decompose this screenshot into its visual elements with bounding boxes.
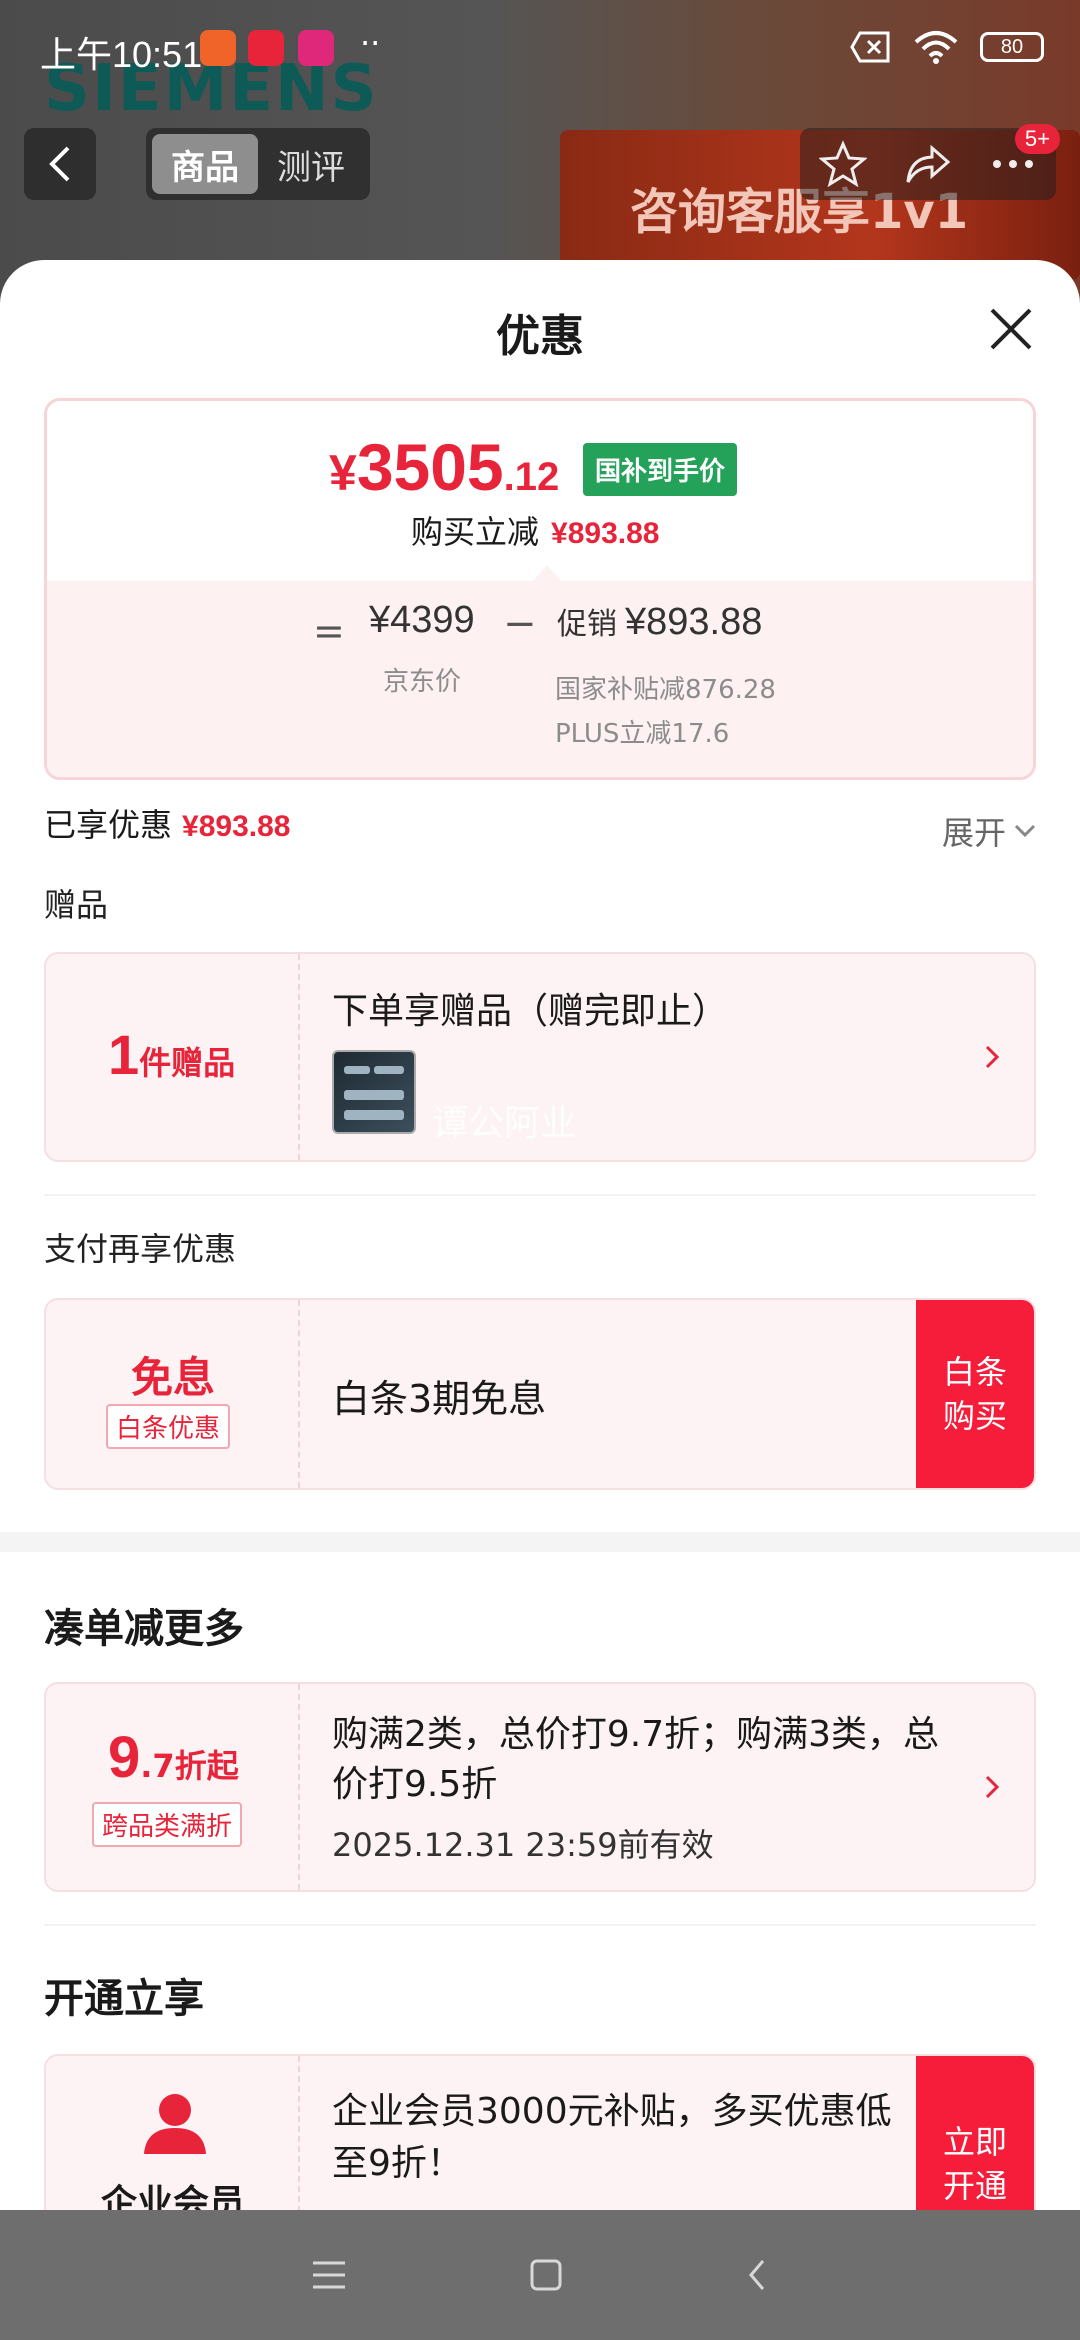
wifi-icon [914, 31, 958, 64]
status-time: 上午10:51 [40, 34, 203, 75]
activate-now-button[interactable]: 立即 开通 [916, 2056, 1034, 2210]
reduction-value: ¥893.88 [551, 517, 660, 550]
gift-count: 1件赠品 [108, 1022, 235, 1087]
chevron-right-icon [985, 1775, 1000, 1799]
discount-sheet: 优惠 ¥3505.12 国补到手价 购买立减 ¥893.88 = ¥4399 京东… [0, 260, 1080, 2210]
more-notifications-indicator: ·· [360, 24, 381, 62]
page-tab-switcher: 商品 测评 [146, 128, 370, 200]
message-badge: 5+ [1014, 124, 1060, 154]
system-navigation-bar [0, 2210, 1080, 2340]
promotion-total: 促销 ¥893.88 [557, 599, 762, 644]
cross-category-tag: 跨品类满折 [92, 1802, 243, 1847]
baitiao-tag: 白条优惠 [106, 1404, 231, 1449]
sheet-title: 优惠 [496, 311, 584, 362]
app-notification-icon [200, 30, 236, 66]
minus-sign: − [503, 601, 537, 647]
gift-count-unit: 件赠品 [139, 1044, 236, 1082]
activate-now-label: 立即 开通 [942, 2123, 1007, 2205]
enjoyed-label: 已享优惠 [44, 806, 173, 844]
gift-title: 下单享赠品（赠完即止） [332, 991, 729, 1032]
enjoyed-value: ¥893.88 [182, 810, 291, 843]
promotion-label: 促销 [557, 607, 617, 642]
instant-reduction: 购买立减 ¥893.88 [411, 507, 659, 553]
home-icon[interactable] [529, 2258, 563, 2292]
close-icon[interactable] [986, 304, 1036, 354]
chevron-left-icon [49, 146, 70, 182]
expand-button[interactable]: 展开 [942, 808, 1036, 854]
gift-thumbnail [332, 1050, 416, 1134]
battery-indicator: 80 [980, 32, 1044, 62]
chevron-down-icon [1014, 824, 1036, 838]
gift-card[interactable]: 1件赠品 下单享赠品（赠完即止） 谭公阿业 [44, 952, 1036, 1162]
payment-section-label: 支付再享优惠 [44, 1230, 237, 1268]
expand-label: 展开 [941, 814, 1006, 852]
back-icon[interactable] [745, 2257, 769, 2293]
plus-discount-detail: PLUS立减17.6 [555, 719, 730, 749]
tab-review[interactable]: 测评 [258, 134, 364, 194]
card-notch [533, 565, 561, 581]
promotion-value: ¥893.88 [625, 601, 763, 643]
final-price: ¥3505.12 [329, 429, 559, 505]
jd-price: ¥4399 [369, 599, 475, 641]
membership-card: 企业会员 企业会员3000元补贴，多买优惠低至9折！ 立即 开通 [44, 2054, 1036, 2210]
favorite-star-icon[interactable] [818, 140, 867, 188]
equals-sign: = [313, 609, 345, 653]
discount-rate-suffix: .7折起 [140, 1747, 239, 1785]
sim-disabled-icon [850, 31, 890, 63]
gift-count-number: 1 [108, 1023, 140, 1086]
interest-free-title: 免息 [130, 1353, 215, 1402]
gift-section-label: 赠品 [44, 886, 109, 924]
bundle-section-label: 凑单减更多 [44, 1606, 244, 1652]
app-notification-icon [248, 30, 284, 66]
discount-rate: 9.7折起 [108, 1724, 239, 1791]
membership-name: 企业会员 [100, 2183, 245, 2210]
installment-card: 免息 白条优惠 白条3期免息 白条 购买 [44, 1298, 1036, 1490]
final-price-integer: 3505 [356, 430, 504, 504]
price-calculation [47, 581, 1033, 777]
installment-text: 白条3期免息 [332, 1377, 547, 1421]
discount-rate-number: 9 [108, 1725, 141, 1790]
price-breakdown-card: ¥3505.12 国补到手价 购买立减 ¥893.88 = ¥4399 京东价 −… [44, 398, 1036, 780]
membership-section-label: 开通立享 [44, 1976, 204, 2022]
back-button[interactable] [24, 128, 96, 200]
jd-price-label: 京东价 [383, 667, 462, 697]
subsidy-price-tag: 国补到手价 [583, 443, 738, 496]
share-icon[interactable] [904, 140, 952, 188]
final-price-decimal: .12 [503, 455, 560, 499]
menu-icon[interactable] [311, 2260, 347, 2290]
status-bar: 上午10:51 ·· 80 [0, 0, 1080, 100]
baitiao-buy-label: 白条 购买 [942, 1353, 1007, 1435]
chevron-right-icon [985, 1045, 1000, 1069]
app-notification-icon [298, 30, 334, 66]
bundle-discount-card[interactable]: 9.7折起 跨品类满折 购满2类，总价打9.7折；购满3类，总价打9.5折 20… [44, 1682, 1036, 1892]
divider [44, 1924, 1036, 1926]
currency-symbol: ¥ [329, 445, 357, 501]
membership-text: 企业会员3000元补贴，多买优惠低至9折！ [332, 2091, 892, 2184]
enjoyed-discount: 已享优惠 ¥893.88 [44, 800, 290, 846]
reduction-label: 购买立减 [411, 513, 540, 551]
bundle-discount-text: 购满2类，总价打9.7折；购满3类，总价打9.5折 [332, 1714, 940, 1805]
bundle-valid-until: 2025.12.31 23:59前有效 [332, 1826, 714, 1864]
user-icon [144, 2094, 206, 2154]
tab-product[interactable]: 商品 [152, 134, 258, 194]
national-subsidy-detail: 国家补贴减876.28 [555, 675, 776, 705]
section-separator [0, 1532, 1080, 1552]
price-summary: ¥3505.12 国补到手价 购买立减 ¥893.88 [47, 401, 1033, 581]
divider [44, 1194, 1036, 1196]
watermark-text: 谭公阿业 [432, 1103, 577, 1144]
baitiao-buy-button[interactable]: 白条 购买 [916, 1300, 1034, 1488]
